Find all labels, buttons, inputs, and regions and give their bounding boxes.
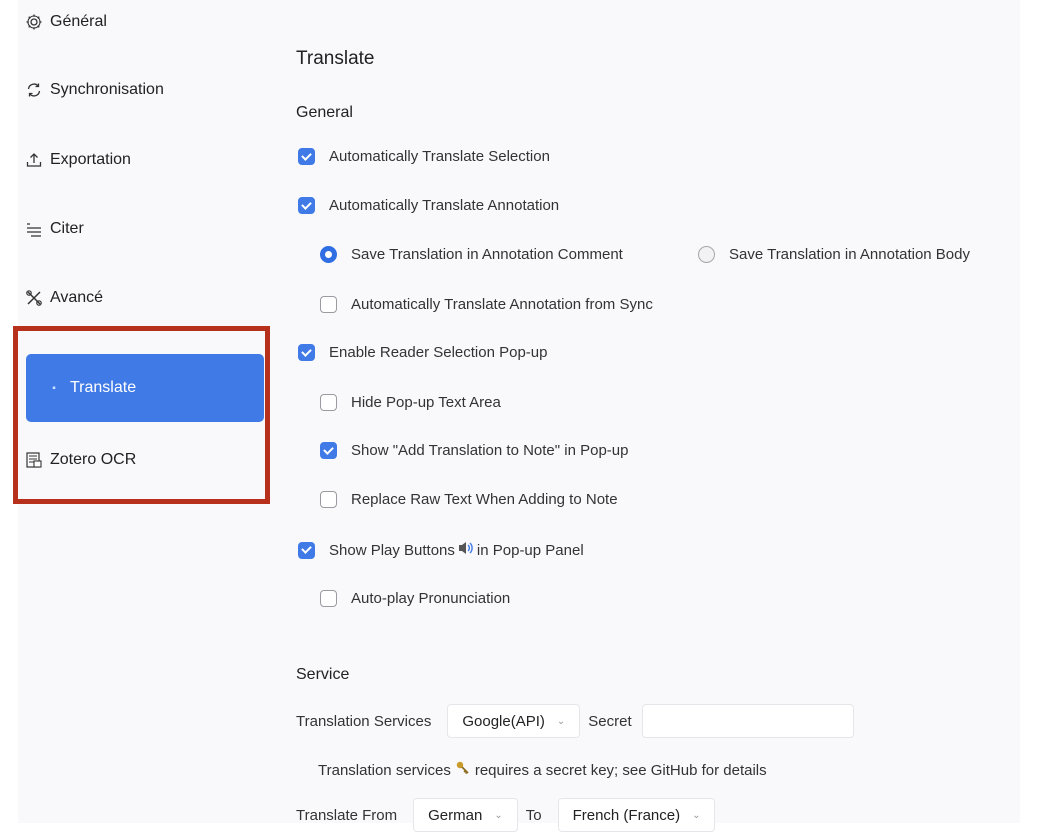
auto-play-option[interactable]: Auto-play Pronunciation [320,590,510,607]
select-value: French (France) [572,806,681,824]
auto-translate-from-sync-option[interactable]: Automatically Translate Annotation from … [320,296,653,313]
chevron-down-icon: ⌄ [692,809,701,821]
general-heading: General [296,104,353,121]
translate-from-label: Translate From [296,806,398,824]
hide-popup-text-option[interactable]: Hide Pop-up Text Area [320,394,501,411]
hide-popup-text-checkbox[interactable] [320,394,337,411]
translation-service-select[interactable]: Google(API) ⌄ [447,704,581,738]
save-in-comment-option[interactable]: Save Translation in Annotation Comment [320,246,623,263]
show-play-buttons-option[interactable]: Show Play Buttons in Pop-up Panel [298,540,584,560]
auto-translate-selection-option[interactable]: Automatically Translate Selection [298,148,550,165]
ocr-icon [24,450,44,470]
auto-translate-selection-checkbox[interactable] [298,148,315,165]
auto-translate-annotation-checkbox[interactable] [298,197,315,214]
service-heading: Service [296,666,350,683]
gear-icon [24,12,44,32]
replace-raw-text-option[interactable]: Replace Raw Text When Adding to Note [320,491,618,508]
select-value: Google(API) [462,712,545,730]
show-add-to-note-option[interactable]: Show "Add Translation to Note" in Pop-up [320,442,628,459]
option-label: Automatically Translate Annotation from … [351,296,653,313]
translation-services-label: Translation Services [296,712,432,730]
source-language-select[interactable]: German ⌄ [413,798,518,832]
sidebar-item-cite[interactable]: Citer [24,209,264,249]
secret-label: Secret [588,712,632,730]
key-icon [455,760,471,780]
option-label: Automatically Translate Selection [329,148,550,165]
target-language-select[interactable]: French (France) ⌄ [557,798,716,832]
secret-input[interactable] [641,704,854,738]
enable-popup-checkbox[interactable] [298,344,315,361]
sidebar-item-label: Exportation [50,151,131,168]
translate-icon: ▪ [52,382,56,394]
sidebar-item-label: Citer [50,220,84,237]
sidebar-item-translate[interactable]: ▪ Translate [26,354,264,422]
service-note-prefix: Translation services [318,761,451,779]
export-icon [24,150,44,170]
option-label: Replace Raw Text When Adding to Note [351,491,618,508]
tools-icon [24,288,44,308]
sidebar-item-label: Translate [70,379,137,396]
sidebar-item-general[interactable]: Général [24,2,264,42]
translation-services-row: Translation Services Google(API) ⌄ Secre… [296,704,854,738]
translate-settings-panel: Translate General Automatically Translat… [296,0,1020,832]
auto-play-checkbox[interactable] [320,590,337,607]
service-note: Translation services requires a secret k… [318,760,767,780]
save-in-body-radio[interactable] [698,246,715,263]
sidebar-item-sync[interactable]: Synchronisation [24,70,264,110]
option-label-suffix: in Pop-up Panel [476,541,584,559]
option-label: Hide Pop-up Text Area [351,394,501,411]
replace-raw-text-checkbox[interactable] [320,491,337,508]
show-add-to-note-checkbox[interactable] [320,442,337,459]
auto-translate-from-sync-checkbox[interactable] [320,296,337,313]
option-label: Enable Reader Selection Pop-up [329,344,548,361]
select-value: German [428,806,483,824]
to-label: To [525,806,542,824]
sidebar-item-export[interactable]: Exportation [24,140,264,180]
translate-languages-row: Translate From German ⌄ To French (Franc… [296,798,723,832]
option-label: Automatically Translate Annotation [329,197,560,214]
option-label: Save Translation in Annotation Comment [351,246,623,263]
option-label: Show Play Buttons [329,541,455,559]
chevron-down-icon: ⌄ [556,715,566,727]
sidebar-item-zotero-ocr[interactable]: Zotero OCR [24,440,264,480]
sidebar-item-label: Avancé [50,289,104,306]
auto-translate-annotation-option[interactable]: Automatically Translate Annotation [298,197,559,214]
sidebar-item-advanced[interactable]: Avancé [24,278,264,318]
enable-popup-option[interactable]: Enable Reader Selection Pop-up [298,344,547,361]
speaker-icon [457,540,475,560]
show-play-buttons-checkbox[interactable] [298,541,315,559]
cite-icon [24,219,44,239]
option-label: Show "Add Translation to Note" in Pop-up [351,442,629,459]
sidebar-item-label: Synchronisation [50,81,164,98]
option-label: Auto-play Pronunciation [351,590,511,607]
page-title: Translate [296,48,375,69]
sidebar-item-label: Zotero OCR [50,451,137,468]
sync-icon [24,80,44,100]
option-label: Save Translation in Annotation Body [729,246,970,263]
save-in-body-option[interactable]: Save Translation in Annotation Body [698,246,970,263]
chevron-down-icon: ⌄ [494,809,503,821]
service-note-suffix: requires a secret key; see GitHub for de… [474,761,767,779]
sidebar-item-label: Général [50,13,107,30]
save-in-comment-radio[interactable] [320,246,337,263]
